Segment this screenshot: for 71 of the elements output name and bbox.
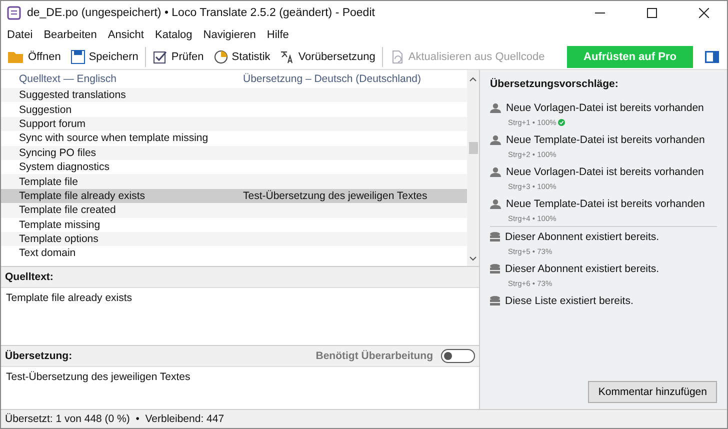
pie-chart-icon — [214, 50, 228, 64]
toolbar-button[interactable]: Statistik — [210, 48, 274, 66]
menu-item[interactable]: Katalog — [154, 29, 192, 41]
window-title: de_DE.po (ungespeichert) • Loco Translate 2.5.2 (geändert) - Poedit — [27, 7, 376, 19]
menu-item[interactable]: Navigieren — [203, 29, 256, 41]
source-cell-text: Template options — [19, 233, 100, 246]
person-icon — [490, 199, 501, 209]
panel-label: Übersetzung: — [5, 350, 74, 362]
toggle-label: Benötigt Überarbeitung — [316, 350, 433, 362]
panel-label: Quelltext: — [5, 271, 54, 283]
table-row[interactable]: Syncing PO files — [1, 146, 467, 160]
suggestion-item[interactable]: Diese Liste existiert bereits. — [505, 295, 634, 307]
add-comment-button[interactable]: Kommentar hinzufügen — [588, 381, 717, 403]
table-row[interactable]: Template file created — [1, 203, 467, 218]
table-row[interactable]: System diagnostics — [1, 160, 467, 174]
source-cell-text: Sync with source when template missing — [19, 132, 210, 144]
source-cell-text: Template file already exists — [19, 190, 146, 202]
table-row[interactable]: Template missing — [1, 218, 467, 232]
source-cell-text: Text domain — [19, 247, 77, 260]
checkbox-icon — [153, 50, 168, 64]
scroll-up-icon[interactable] — [469, 76, 477, 82]
needs-review-toggle[interactable] — [441, 349, 475, 363]
source-cell-text: Template file created — [19, 204, 117, 216]
column-header[interactable]: Übersetzung – Deutsch (Deutschland) — [241, 73, 467, 85]
translate-icon — [280, 50, 294, 64]
suggestion-item[interactable]: Neue Vorlagen-Datei ist bereits vorhanden — [506, 166, 704, 178]
folder-icon — [8, 50, 24, 64]
toolbar-button[interactable]: Vorübersetzung — [277, 48, 378, 66]
refresh-icon — [390, 50, 404, 64]
suggestions-title: Übersetzungsvorschläge: — [490, 78, 620, 90]
source-cell-text: Template file — [19, 176, 79, 188]
person-icon — [490, 135, 501, 145]
menu-item[interactable]: Hilfe — [266, 29, 289, 41]
database-icon — [490, 264, 500, 274]
menu-item[interactable]: Ansicht — [108, 29, 144, 41]
suggestion-item[interactable]: Dieser Abonnent existiert bereits. — [505, 231, 660, 243]
database-icon — [490, 232, 500, 242]
suggestion-item[interactable]: Neue Template-Datei ist bereits vorhanden — [506, 134, 705, 146]
person-icon — [490, 103, 501, 113]
menu-item[interactable]: Datei — [7, 29, 33, 41]
translation-cell-text: Test-Übersetzung des jeweiligen Textes — [243, 190, 428, 202]
table-row[interactable]: Template file — [1, 174, 467, 189]
source-cell-text: System diagnostics — [19, 161, 110, 174]
source-cell-text: Suggested translations — [19, 89, 127, 102]
suggestion-item[interactable]: Neue Vorlagen-Datei ist bereits vorhanden — [506, 102, 704, 114]
suggestion-item[interactable]: Dieser Abonnent existiert bereits. — [505, 263, 660, 275]
maximize-icon[interactable] — [647, 8, 657, 18]
source-cell-text: Syncing PO files — [19, 146, 98, 159]
table-row[interactable]: Support forum — [1, 116, 467, 132]
table-row[interactable]: Template options — [1, 232, 467, 246]
column-header[interactable]: Quelltext — Englisch — [17, 73, 241, 85]
source-text: Template file already exists — [5, 291, 134, 306]
sidebar-toggle-icon[interactable] — [705, 51, 719, 63]
translation-input[interactable]: Test-Übersetzung des jeweiligen Textes — [1, 367, 479, 409]
status-text: Übersetzt: 1 von 448 (0 %) • Verbleibend: 447 — [5, 413, 224, 425]
toolbar-button[interactable]: Speichern — [68, 48, 142, 66]
close-icon[interactable] — [699, 8, 709, 18]
database-icon — [490, 296, 500, 306]
source-cell-text: Template missing — [19, 218, 102, 231]
table-row[interactable]: Template file already exists Test-Übersetzung des jeweiligen Textes — [1, 188, 467, 204]
source-cell-text: Support forum — [19, 118, 87, 130]
person-icon — [490, 167, 501, 177]
source-cell-text: Suggestion — [19, 104, 73, 116]
suggestion-item[interactable]: Neue Template-Datei ist bereits vorhanden — [506, 198, 705, 210]
app-icon — [7, 6, 21, 20]
menu-item[interactable]: Bearbeiten — [44, 29, 97, 41]
table-row[interactable]: Suggested translations — [1, 88, 467, 102]
scroll-down-icon[interactable] — [469, 256, 477, 262]
toolbar-button[interactable]: Öffnen — [5, 48, 64, 66]
scrollbar-thumb[interactable] — [468, 142, 478, 154]
toolbar-button[interactable]: Prüfen — [150, 48, 207, 66]
